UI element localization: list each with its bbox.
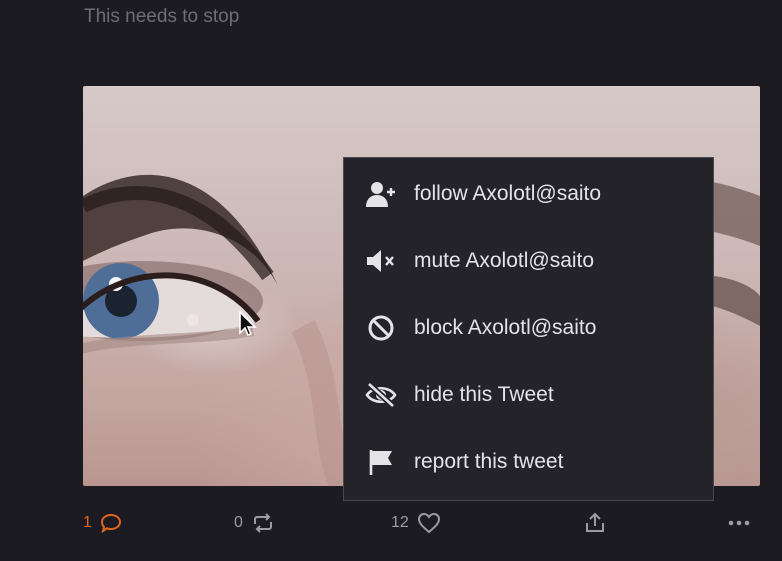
- menu-item-hide[interactable]: hide this Tweet: [344, 369, 713, 421]
- retweet-button[interactable]: 0: [234, 505, 275, 541]
- menu-item-label: follow Axolotl@saito: [414, 182, 602, 205]
- menu-item-label: report this tweet: [414, 450, 564, 473]
- menu-item-label: mute Axolotl@saito: [414, 249, 595, 272]
- more-options-button[interactable]: [728, 505, 750, 541]
- follow-user-icon: [364, 177, 398, 211]
- menu-item-label: block Axolotl@saito: [414, 316, 597, 339]
- menu-item-follow[interactable]: follow Axolotl@saito: [344, 168, 713, 220]
- flag-icon: [364, 445, 398, 479]
- retweet-icon: [253, 513, 272, 533]
- like-count: 12: [391, 514, 409, 531]
- menu-item-mute[interactable]: mute Axolotl@saito: [344, 235, 713, 287]
- more-dots-icon: [728, 520, 750, 526]
- heart-icon: [417, 512, 440, 534]
- reply-count: 1: [83, 514, 92, 531]
- menu-item-block[interactable]: block Axolotl@saito: [344, 302, 713, 354]
- share-icon: [586, 512, 604, 532]
- reply-button[interactable]: 1: [83, 505, 122, 541]
- like-button[interactable]: 12: [391, 505, 441, 541]
- menu-item-report[interactable]: report this tweet: [344, 436, 713, 488]
- share-button[interactable]: [584, 505, 606, 541]
- mute-icon: [364, 244, 398, 278]
- menu-item-label: hide this Tweet: [414, 383, 554, 406]
- mouse-cursor-icon: [239, 311, 257, 336]
- block-icon: [364, 311, 398, 345]
- retweet-count: 0: [234, 514, 243, 531]
- tweet-options-menu: follow Axolotl@saito mute Axolotl@saito …: [343, 157, 714, 501]
- hide-eye-icon: [364, 378, 398, 412]
- tweet-actions-bar: 1 0 12: [0, 505, 782, 545]
- post-text: This needs to stop: [84, 6, 240, 27]
- comment-icon: [100, 513, 121, 533]
